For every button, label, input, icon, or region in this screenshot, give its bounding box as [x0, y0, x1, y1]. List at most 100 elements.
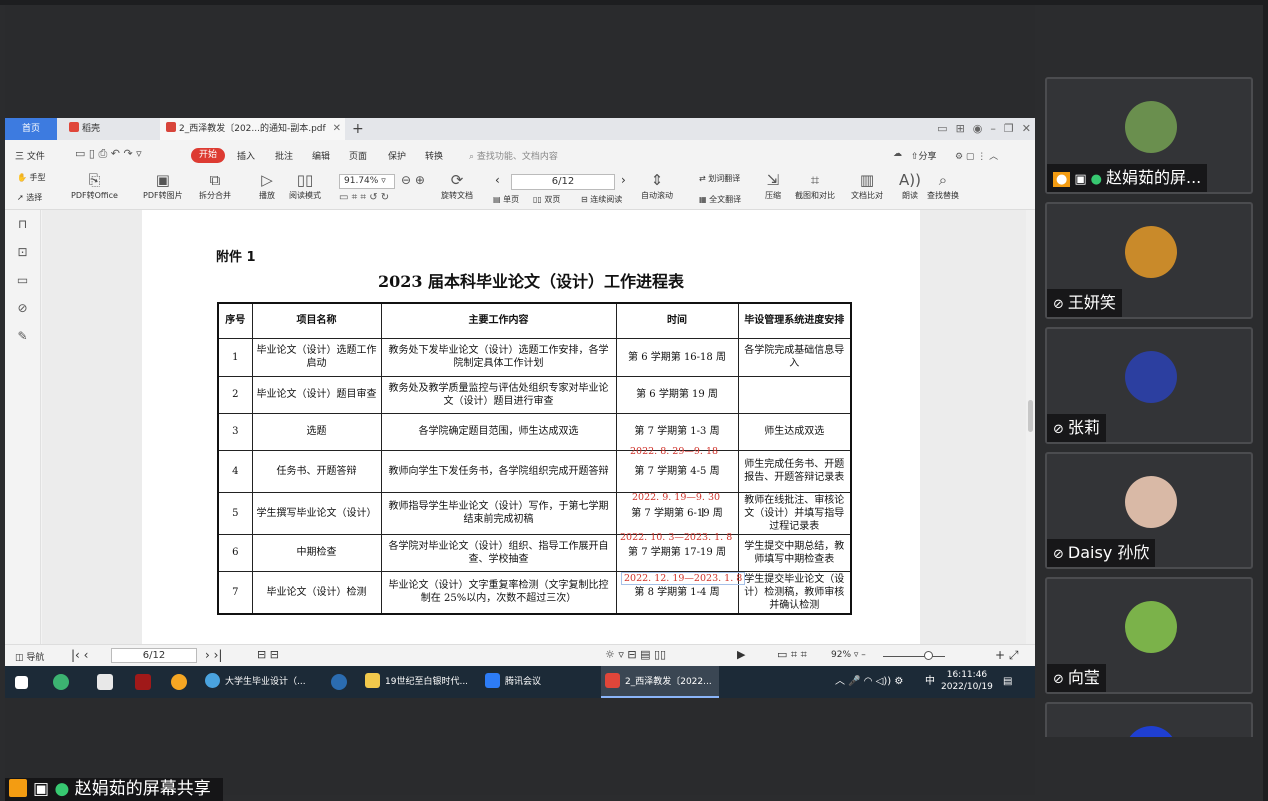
comment-icon[interactable]: ▭ [5, 267, 40, 294]
vertical-scrollbar[interactable] [1026, 210, 1035, 644]
single-page-icon: ▤ [493, 195, 501, 204]
tab-document[interactable]: 2_西泽教发〔202...的通知-副本.pdf ✕ [160, 118, 345, 140]
pdf-to-image-button[interactable]: ▣ PDF转图片 [143, 170, 183, 201]
prev-page-icon[interactable]: ‹ [495, 173, 500, 187]
grid-icon[interactable]: ⊞ [956, 122, 965, 135]
tab-home[interactable]: 首页 [5, 118, 57, 140]
read-aloud-button[interactable]: A)) 朗读 [899, 170, 921, 201]
compress-button[interactable]: ⇲ 压缩 [765, 170, 781, 201]
auto-scroll-button[interactable]: ⇕ 自动滚动 [641, 170, 673, 201]
menu-page[interactable]: 页面 [349, 149, 367, 162]
fit-page-icons[interactable]: ⊟ ⊟ [257, 648, 279, 661]
cell-content: 教务处及教学质量监控与评估处组织专家对毕业论文（设计）题目进行审查 [380, 375, 617, 414]
menu-search[interactable]: ⌕ 查找功能、文档内容 [469, 149, 558, 162]
continuous-read-button[interactable]: ⊟ 连续阅读 [581, 194, 622, 205]
cell-no: 5 [217, 491, 253, 535]
taskbar-app-browser[interactable]: 大学生毕业设计（... [201, 666, 325, 698]
status-zoom[interactable]: 92% ▿ – [831, 650, 866, 660]
read-mode-button[interactable]: ▯▯ 阅读模式 [289, 170, 321, 201]
tab-daoke[interactable]: 稻壳 [63, 118, 155, 140]
next-last-icons[interactable]: › ›| [205, 648, 222, 662]
settings-app-icon[interactable] [331, 674, 347, 690]
participant-tile[interactable] [1045, 702, 1253, 737]
double-page-button[interactable]: ▯▯ 双页 [533, 194, 560, 205]
menu-protect[interactable]: 保护 [388, 149, 406, 162]
app-pinwheel-icon[interactable] [53, 674, 69, 690]
first-prev-icons[interactable]: |‹ ‹ [71, 648, 88, 662]
layout-icon[interactable]: ▭ [937, 122, 947, 135]
attachment-icon[interactable]: ⊘ [5, 295, 40, 322]
zoom-select[interactable]: 91.74% ▿ [339, 174, 395, 189]
participant-tile[interactable]: ⊘ 王妍笑 [1045, 202, 1253, 319]
more-menu-icons[interactable]: ⚙ ▢ ⋮ ︿ [955, 149, 998, 162]
user-avatar-icon[interactable]: ◉ [973, 122, 983, 135]
menu-edit[interactable]: 编辑 [312, 149, 330, 162]
view-mode-icons[interactable]: ☼ ▿ ⊟ ▤ ▯▯ [605, 648, 666, 661]
pdf-to-office-button[interactable]: ⎘ PDF转Office [71, 170, 118, 201]
split-merge-button[interactable]: ⧉ 拆分合并 [199, 170, 231, 201]
play-button[interactable]: ▷ 播放 [259, 170, 275, 201]
taskbar-app-wps[interactable]: 2_西泽教发〔2022... [601, 666, 719, 698]
cell-content: 教师指导学生毕业论文（设计）写作，于第七学期结束前完成初稿 [380, 491, 617, 535]
taskbar-app-tencent-meeting[interactable]: 腾讯会议 [481, 666, 599, 698]
clock[interactable]: 16:11:46 2022/10/19 [941, 669, 993, 693]
close-tab-icon[interactable]: ✕ [333, 118, 341, 140]
taskbar-app-folder[interactable]: 19世纪至白银时代... [361, 666, 477, 698]
bookmark-icon[interactable]: ⊓ [5, 211, 40, 238]
media-icon[interactable] [135, 674, 151, 690]
participant-tile[interactable]: ⊘ 向莹 [1045, 577, 1253, 694]
full-translate-button[interactable]: ▦ 全文翻译 [699, 194, 741, 205]
zoom-plus-fullscreen-icons[interactable]: + ⤢ [995, 648, 1018, 663]
browser-icon[interactable] [171, 674, 187, 690]
signature-icon[interactable]: ✎ [5, 323, 40, 350]
next-page-icon[interactable]: › [621, 173, 626, 187]
menu-start[interactable]: 开始 [191, 148, 225, 163]
single-page-button[interactable]: ▤ 单页 [493, 194, 519, 205]
view-tool-icons[interactable]: ▭ ⌗ ⌗ ↺ ↻ [339, 192, 389, 203]
ime-indicator[interactable]: 中 [925, 666, 935, 698]
cell-content: 各学院确定题目范围，师生达成双选 [380, 412, 617, 451]
menu-insert[interactable]: 插入 [237, 149, 255, 162]
table-row: 4 任务书、开题答辩 教师向学生下发任务书，各学院组织完成开题答辩 第 7 学期… [217, 449, 852, 493]
zoom-slider-track[interactable] [883, 656, 945, 657]
play-mode-icon[interactable]: ▶ [737, 648, 745, 661]
page-number-input[interactable]: 6/12 [511, 174, 615, 190]
restore-icon[interactable]: ❐ [1004, 122, 1014, 135]
thumbnail-icon[interactable]: ⊡ [5, 239, 40, 266]
store-icon[interactable] [97, 674, 113, 690]
notification-icon[interactable]: ▤ [1003, 666, 1012, 698]
cloud-icon[interactable]: ☁ [893, 149, 902, 159]
screen-tools-icons[interactable]: ▭ ⌗ ⌗ [777, 648, 807, 662]
minimize-icon[interactable]: – [990, 122, 996, 135]
find-replace-button[interactable]: ⌕ 查找替换 [927, 170, 959, 201]
nav-label: 导航 [26, 653, 45, 663]
share-button[interactable]: ⇧分享 [911, 149, 937, 162]
nav-button[interactable]: ◫ 导航 [15, 650, 44, 663]
document-viewport[interactable]: 附件 1 2023 届本科毕业论文（设计）工作进程表 序号 项目名称 主要工作内… [42, 210, 1027, 644]
tray-icons[interactable]: ︿ 🎤 ◠ ◁)) ⚙ [835, 666, 903, 698]
hand-tool[interactable]: ✋ 手型 [17, 172, 46, 183]
pointer-icon: ➚ [17, 193, 24, 202]
participant-tile[interactable]: ● ▣ ● 赵娟茹的屏... [1045, 77, 1253, 194]
windows-start-icon[interactable] [15, 676, 28, 689]
zoom-slider-knob[interactable] [924, 651, 933, 660]
zoom-in-out-icons[interactable]: ⊖ ⊕ [401, 170, 425, 190]
close-window-icon[interactable]: ✕ [1022, 122, 1031, 135]
scroll-icon: ⇕ [650, 171, 664, 189]
menu-comment[interactable]: 批注 [275, 149, 293, 162]
word-translate-button[interactable]: ⇄ 划词翻译 [699, 173, 740, 184]
avatar [1125, 101, 1177, 153]
cell-no: 4 [217, 449, 253, 493]
menu-file[interactable]: 三 文件 [15, 149, 45, 162]
rotate-button[interactable]: ⟳ 旋转文档 [441, 170, 473, 201]
select-tool[interactable]: ➚ 选择 [17, 192, 42, 203]
participant-tile[interactable]: ⊘ 张莉 [1045, 327, 1253, 444]
scrollbar-thumb[interactable] [1028, 400, 1033, 432]
menu-convert[interactable]: 转换 [425, 149, 443, 162]
participant-tile[interactable]: ⊘ Daisy 孙欣 [1045, 452, 1253, 569]
new-tab-button[interactable]: + [352, 118, 364, 140]
doc-compare-button[interactable]: ▥ 文档比对 [851, 170, 883, 201]
status-page-input[interactable]: 6/12 [111, 648, 197, 663]
screenshot-compare-button[interactable]: ⌗ 截图和对比 [795, 170, 835, 201]
taskbar-app-label: 19世纪至白银时代... [385, 677, 469, 687]
